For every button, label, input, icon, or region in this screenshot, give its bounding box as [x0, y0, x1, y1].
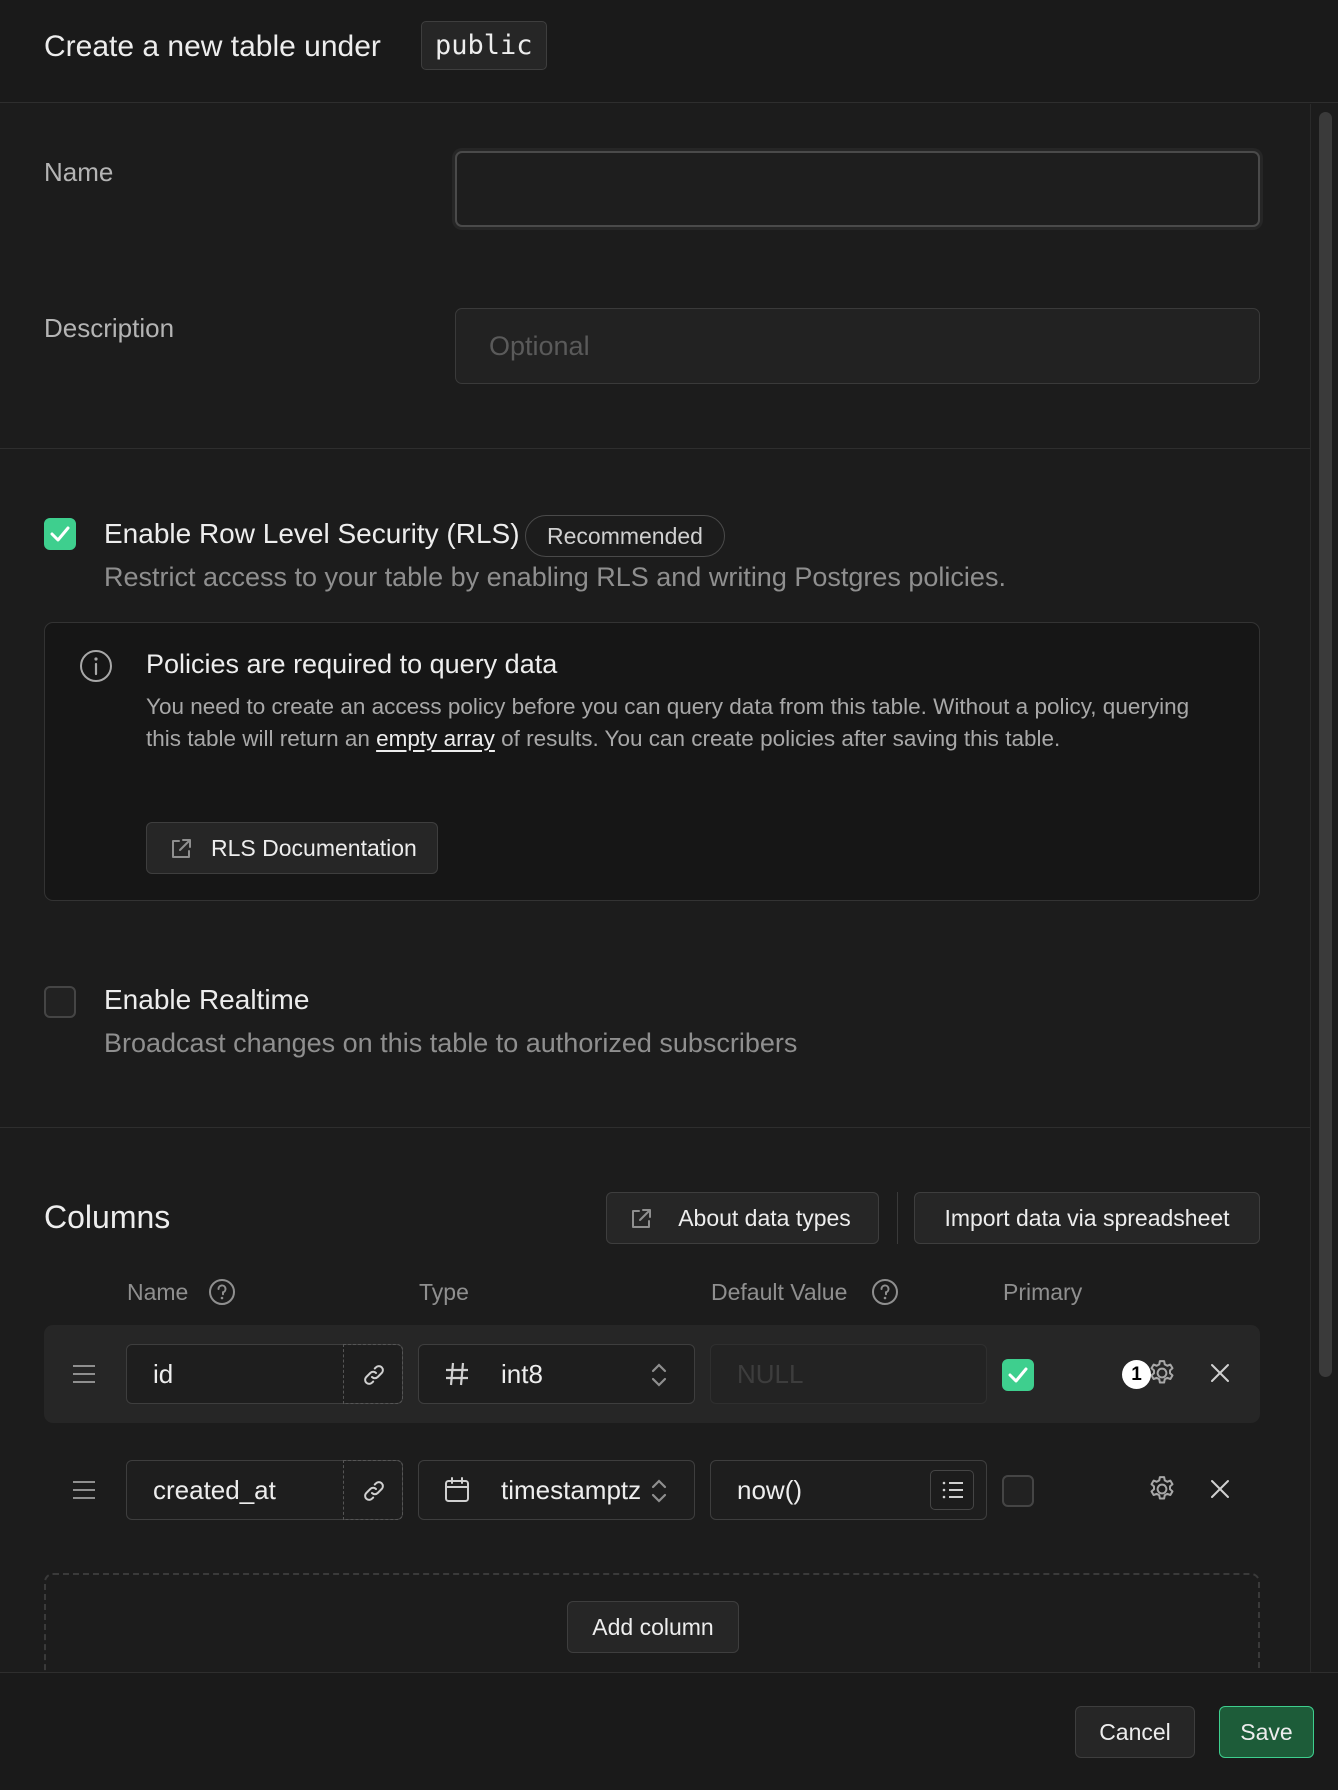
panel-footer: Cancel Save — [0, 1672, 1338, 1790]
table-name-input[interactable] — [455, 151, 1260, 227]
column-default-value: now() — [737, 1475, 803, 1505]
column-name-value: id — [153, 1359, 174, 1389]
scrollbar-thumb[interactable] — [1319, 112, 1332, 1377]
gear-icon[interactable] — [1147, 1358, 1177, 1388]
import-spreadsheet-button[interactable]: Import data via spreadsheet — [914, 1192, 1260, 1244]
rls-checkbox[interactable] — [44, 518, 76, 550]
recommended-badge: Recommended — [525, 515, 725, 557]
hash-icon — [446, 1362, 468, 1386]
name-label: Name — [44, 157, 114, 187]
save-button[interactable]: Save — [1219, 1706, 1314, 1758]
chevron-up-down-icon — [651, 1363, 667, 1387]
column-default-input[interactable]: NULL — [710, 1344, 987, 1404]
page-title: Create a new table under — [44, 30, 381, 63]
rls-title: Enable Row Level Security (RLS) — [104, 518, 520, 549]
column-default-input[interactable]: now() — [710, 1460, 987, 1520]
link-icon — [364, 1481, 384, 1501]
drag-handle-icon[interactable] — [72, 1479, 96, 1501]
column-type-select[interactable]: int8 — [418, 1344, 695, 1404]
form-scroll-area: Name Description Enable Row Level Securi… — [0, 104, 1310, 1672]
primary-key-checkbox[interactable] — [1002, 1359, 1034, 1391]
add-column-button[interactable]: Add column — [567, 1601, 739, 1653]
scrollbar[interactable] — [1310, 104, 1338, 1672]
column-header-name: Name — [127, 1279, 189, 1305]
foreign-key-button[interactable] — [343, 1344, 403, 1404]
column-row: created_at timestamptz now() — [44, 1441, 1260, 1539]
realtime-description: Broadcast changes on this table to autho… — [104, 1028, 798, 1058]
settings-count-badge: 1 — [1122, 1360, 1151, 1389]
help-icon[interactable] — [871, 1278, 899, 1306]
column-type-value: int8 — [501, 1359, 543, 1389]
about-data-types-button[interactable]: About data types — [606, 1192, 879, 1244]
description-input[interactable] — [455, 308, 1260, 384]
empty-array-link[interactable]: empty array — [376, 726, 495, 751]
chevron-up-down-icon — [651, 1479, 667, 1503]
column-name-input[interactable]: created_at — [126, 1460, 403, 1520]
section-divider — [0, 1127, 1310, 1128]
rls-description: Restrict access to your table by enablin… — [104, 562, 1006, 592]
foreign-key-button[interactable] — [343, 1460, 403, 1520]
rls-documentation-label: RLS Documentation — [211, 835, 417, 861]
check-icon — [50, 526, 70, 542]
list-icon — [942, 1481, 963, 1499]
button-separator — [897, 1192, 898, 1244]
gear-icon[interactable] — [1147, 1474, 1177, 1504]
rls-documentation-button[interactable]: RLS Documentation — [146, 822, 438, 874]
schema-chip: public — [421, 21, 547, 70]
columns-title: Columns — [44, 1199, 171, 1235]
column-default-placeholder: NULL — [737, 1359, 804, 1389]
realtime-checkbox[interactable] — [44, 986, 76, 1018]
column-type-value: timestamptz — [501, 1475, 642, 1505]
callout-title: Policies are required to query data — [146, 649, 558, 679]
create-table-panel: Create a new table under public Name Des… — [0, 0, 1338, 1790]
external-link-icon — [172, 839, 191, 858]
column-header-default: Default Value — [711, 1279, 848, 1305]
panel-header: Create a new table under public — [0, 0, 1338, 103]
description-label: Description — [44, 313, 175, 343]
column-type-select[interactable]: timestamptz — [418, 1460, 695, 1520]
callout-body-text-end: of results. You can create policies afte… — [494, 726, 1061, 751]
close-icon[interactable] — [1208, 1361, 1232, 1385]
add-column-zone: Add column — [44, 1573, 1260, 1672]
primary-key-checkbox[interactable] — [1002, 1475, 1034, 1507]
external-link-icon — [632, 1209, 651, 1228]
policies-callout: Policies are required to query data You … — [44, 622, 1260, 901]
callout-body: You need to create an access policy befo… — [146, 691, 1206, 755]
column-name-value: created_at — [153, 1475, 276, 1505]
info-icon — [80, 650, 112, 682]
column-name-input[interactable]: id — [126, 1344, 403, 1404]
column-header-type: Type — [419, 1279, 469, 1305]
help-icon[interactable] — [208, 1278, 236, 1306]
drag-handle-icon[interactable] — [72, 1363, 96, 1385]
default-value-suggestions-button[interactable] — [930, 1470, 974, 1510]
realtime-title: Enable Realtime — [104, 984, 310, 1015]
calendar-icon — [445, 1477, 469, 1502]
about-data-types-label: About data types — [678, 1205, 851, 1231]
section-divider — [0, 448, 1310, 449]
column-header-primary: Primary — [1003, 1279, 1083, 1305]
check-icon — [1008, 1367, 1028, 1383]
link-icon — [364, 1365, 384, 1385]
close-icon[interactable] — [1208, 1477, 1232, 1501]
column-row: id int8 NULL 1 — [44, 1325, 1260, 1423]
cancel-button[interactable]: Cancel — [1075, 1706, 1195, 1758]
